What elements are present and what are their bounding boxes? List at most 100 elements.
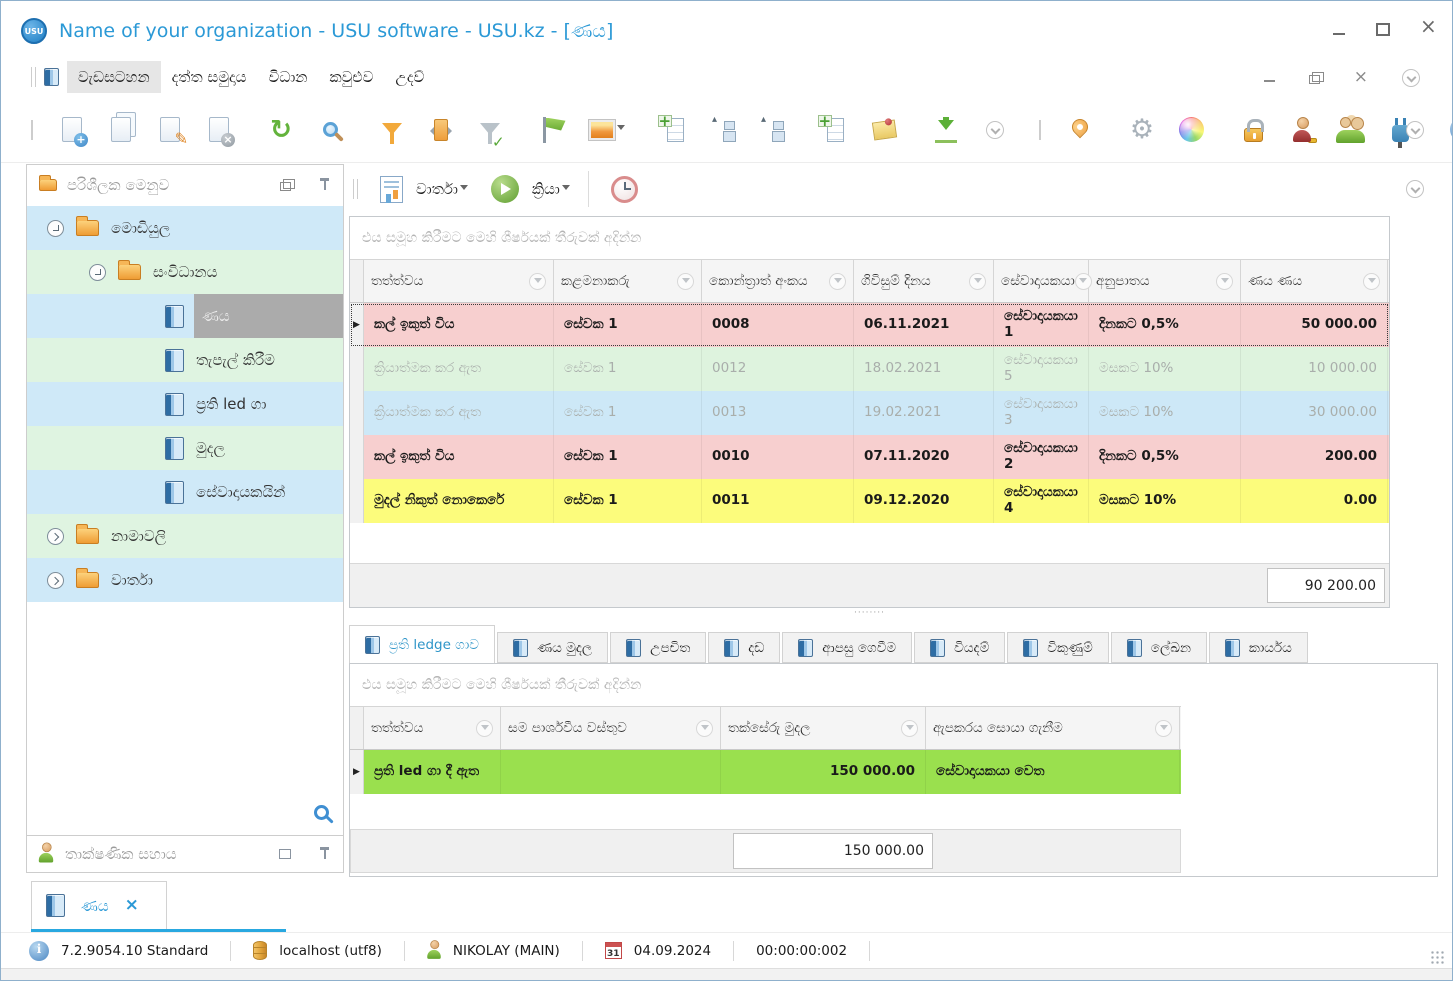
tree-node-modules[interactable]: මොඩියුල <box>27 206 343 250</box>
cell-date[interactable]: 07.11.2020 <box>854 435 994 479</box>
export-icon[interactable] <box>928 110 964 150</box>
tab-repayment[interactable]: ආපසු ගෙවීම <box>782 632 913 663</box>
notes-icon[interactable] <box>866 110 902 150</box>
cell-contract[interactable]: 0013 <box>702 391 854 435</box>
filter-panel-icon[interactable] <box>423 110 459 150</box>
table-row[interactable]: ▶ කල් ඉකුත් විය සේවක 1 0008 06.11.2021 ස… <box>350 303 1389 347</box>
filter-icon[interactable] <box>677 272 694 290</box>
toolbar-overflow-icon[interactable] <box>1406 120 1424 139</box>
cell-manager[interactable]: සේවක 1 <box>554 303 702 347</box>
resize-grip[interactable] <box>1430 950 1446 964</box>
tab-tasks[interactable]: කාර්යය <box>1208 632 1308 663</box>
table-row[interactable]: මුදල් නිකුත් නොකෙරේ සේවක 1 0011 09.12.20… <box>350 479 1389 523</box>
cell-rate[interactable]: මසකට 10% <box>1089 347 1241 391</box>
cell-rate[interactable]: දිනකට 0,5% <box>1089 435 1241 479</box>
filter-icon[interactable] <box>476 719 493 737</box>
collapse-icon[interactable] <box>47 219 64 237</box>
cell-rate[interactable]: මසකට 10% <box>1089 391 1241 435</box>
scheduler-icon[interactable] <box>607 169 643 209</box>
cell-contract[interactable]: 0010 <box>702 435 854 479</box>
tab-sales[interactable]: විකුණුම් <box>1007 632 1109 663</box>
map-location-icon[interactable] <box>1062 110 1098 150</box>
menu-item-commands[interactable]: විධාන <box>257 61 318 93</box>
minimize-icon[interactable] <box>1332 23 1346 36</box>
tab-pledge[interactable]: ප්‍රති ledge ගාව <box>349 625 495 663</box>
menu-item-program[interactable]: වැඩසටහන <box>67 61 161 93</box>
filter-icon[interactable] <box>829 272 846 290</box>
cell-collateral[interactable]: සේවාදායකයා වෙත <box>926 750 1180 794</box>
cell-rate[interactable]: දිනකට 0,5% <box>1089 303 1241 347</box>
cell-amount[interactable]: 0.00 <box>1241 479 1388 523</box>
cell-client[interactable]: සේවාදායකයා 4 <box>994 479 1089 523</box>
filter-icon[interactable] <box>901 719 918 737</box>
cell-client[interactable]: සේවාදායකයා 5 <box>994 347 1089 391</box>
column-header-rate[interactable]: අනුපාතය <box>1089 260 1241 302</box>
flag-icon[interactable] <box>534 110 570 150</box>
cell-status[interactable]: ක්‍රියාත්මක කර ඇත <box>364 391 554 435</box>
menubar-drag-handle[interactable] <box>31 67 36 87</box>
open-document-tab[interactable]: ණය × <box>31 881 167 929</box>
toolbar-overflow-icon[interactable] <box>1402 69 1420 87</box>
tree-collapse-icon[interactable] <box>706 110 742 150</box>
filter-icon[interactable] <box>969 272 986 290</box>
tab-documents[interactable]: ලේඛන <box>1110 632 1207 663</box>
column-header-contract[interactable]: කොන්ත්‍රාත් අංකය <box>702 260 854 302</box>
info-icon[interactable] <box>1444 110 1452 150</box>
panel-float-icon[interactable] <box>280 179 295 191</box>
cell-status[interactable]: කල් ඉකුත් විය <box>364 303 554 347</box>
add-column-icon[interactable] <box>817 110 853 150</box>
cell-status[interactable]: ප්‍රති led ගා දී ඇත <box>364 750 501 794</box>
tab-close-icon[interactable]: × <box>125 897 139 914</box>
cell-date[interactable]: 09.12.2020 <box>854 479 994 523</box>
cell-status[interactable]: ක්‍රියාත්මක කර ඇත <box>364 347 554 391</box>
cell-object[interactable] <box>501 750 721 794</box>
cell-date[interactable]: 18.02.2021 <box>854 347 994 391</box>
export-more-icon[interactable] <box>977 110 1013 150</box>
column-header-manager[interactable]: කළමනාකරු <box>554 260 702 302</box>
tree-node-directories[interactable]: නාමාවලි <box>27 514 343 558</box>
copy-record-icon[interactable] <box>103 110 139 150</box>
add-record-icon[interactable]: + <box>54 110 90 150</box>
cell-status[interactable]: කල් ඉකුත් විය <box>364 435 554 479</box>
reports-dropdown[interactable]: වාර්තා <box>416 180 468 198</box>
filter-icon[interactable] <box>696 719 713 737</box>
tree-node-clients[interactable]: සේවාදායකයින් <box>27 470 343 514</box>
users-icon[interactable] <box>1333 110 1369 150</box>
column-header-status[interactable]: තත්ත්වය <box>364 707 501 749</box>
bar-drag-handle[interactable] <box>353 179 358 199</box>
tab-accrued[interactable]: උපචිත <box>610 632 707 663</box>
tree-node-pledge[interactable]: ප්‍රති led ගා <box>27 382 343 426</box>
toolbar-drag-handle[interactable] <box>31 119 33 140</box>
menu-item-help[interactable]: උදව් <box>384 61 435 93</box>
cell-amount[interactable]: 50 000.00 <box>1241 303 1388 347</box>
filter-icon[interactable] <box>1155 719 1172 737</box>
cell-amount[interactable]: 10 000.00 <box>1241 347 1388 391</box>
reports-icon[interactable] <box>376 169 406 209</box>
panel-pin-icon[interactable] <box>319 177 331 193</box>
maximize-icon[interactable] <box>1376 23 1390 36</box>
table-row[interactable]: කල් ඉකුත් විය සේවක 1 0010 07.11.2020 සේව… <box>350 435 1389 479</box>
cell-amount[interactable]: 150 000.00 <box>721 750 926 794</box>
refresh-icon[interactable]: ↻ <box>263 110 299 150</box>
filter-icon[interactable] <box>374 110 410 150</box>
cell-status[interactable]: මුදල් නිකුත් නොකෙරේ <box>364 479 554 523</box>
expand-icon[interactable] <box>47 527 64 545</box>
tree-node-mailing[interactable]: තැපැල් කිරීම <box>27 338 343 382</box>
column-header-amount[interactable]: ණය ණය <box>1241 260 1388 302</box>
menu-item-database[interactable]: දත්ත සමුදාය <box>161 61 258 93</box>
cell-amount[interactable]: 200.00 <box>1241 435 1388 479</box>
cell-manager[interactable]: සේවක 1 <box>554 347 702 391</box>
tree-structure-icon[interactable] <box>755 110 791 150</box>
expand-icon[interactable] <box>47 571 64 589</box>
collapse-icon[interactable] <box>89 263 106 281</box>
settings-icon[interactable]: ⚙ <box>1124 110 1160 150</box>
close-icon[interactable] <box>1420 16 1437 36</box>
mdi-minimize-icon[interactable] <box>1263 73 1275 84</box>
splitter-handle[interactable]: ········ <box>349 609 1390 623</box>
actions-icon[interactable] <box>488 169 522 209</box>
menu-item-window[interactable]: කවුළුව <box>318 61 384 93</box>
search-icon[interactable] <box>312 110 348 150</box>
info-icon[interactable] <box>29 940 49 961</box>
cell-rate[interactable]: මසකට 10% <box>1089 479 1241 523</box>
mdi-restore-icon[interactable] <box>1308 72 1324 84</box>
